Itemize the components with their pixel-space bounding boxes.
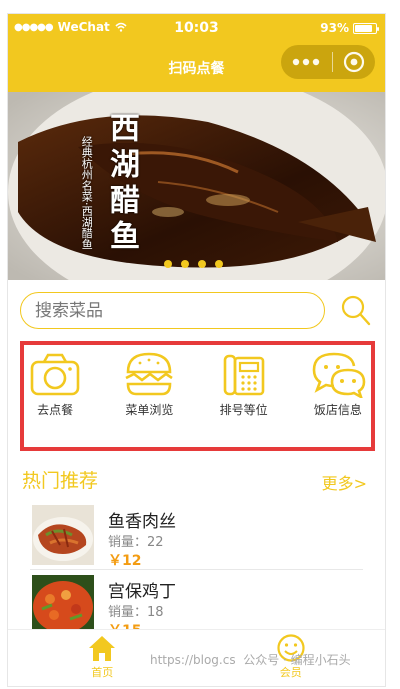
sales-label: 销量： — [108, 535, 148, 550]
battery-icon — [353, 22, 379, 34]
menu-label: 菜单浏览 — [125, 403, 174, 417]
home-icon — [89, 636, 116, 661]
status-bar: ●●●●● WeChat 10:03 93% — [8, 14, 385, 40]
more-link[interactable]: 更多> — [322, 470, 367, 494]
battery-percent: 93% — [320, 21, 349, 35]
dish-name: 宫保鸡丁 — [108, 582, 176, 602]
indicator-dot[interactable] — [198, 260, 206, 268]
hot-section-header: 热门推荐 更多> — [8, 464, 385, 494]
indicator-dot[interactable] — [215, 260, 223, 268]
search-icon[interactable] — [341, 294, 371, 326]
target-icon[interactable] — [343, 51, 365, 73]
indicator-dot[interactable] — [181, 260, 189, 268]
menu-queue[interactable]: 排号等位 — [197, 350, 291, 418]
banner-calligraphy: 西湖醋鱼 — [104, 112, 146, 256]
watermark-account: 公众号 · 编程小石头 — [243, 653, 351, 667]
carousel-indicators — [164, 260, 223, 268]
mini-program-capsule[interactable] — [281, 45, 375, 79]
dish-sales: 销量：18 — [108, 601, 164, 620]
burger-icon — [125, 352, 174, 396]
fish-dish-image — [8, 92, 385, 280]
dish-name: 鱼香肉丝 — [108, 512, 176, 532]
dish-item[interactable]: 鱼香肉丝 销量：22 ￥12 — [8, 505, 385, 569]
menu-label: 去点餐 — [37, 403, 74, 417]
section-title: 热门推荐 — [22, 470, 99, 492]
menu-browse[interactable]: 菜单浏览 — [102, 350, 196, 418]
sales-value: 22 — [147, 535, 164, 550]
dish-thumbnail — [32, 505, 94, 565]
menu-label: 排号等位 — [219, 403, 268, 417]
capsule-divider — [331, 52, 333, 72]
list-divider — [30, 569, 363, 570]
sales-label: 销量： — [108, 605, 148, 620]
dish-price: ￥12 — [108, 553, 142, 569]
top-bar: ●●●●● WeChat 10:03 93% 扫码点餐 — [8, 14, 385, 92]
watermark-url: https://blog.cs — [150, 653, 236, 667]
watermark: https://blog.cs 公众号 · 编程小石头 — [150, 651, 351, 668]
calligraphy-title: 西湖醋鱼 — [104, 112, 139, 256]
menu-order[interactable]: 去点餐 — [8, 350, 102, 418]
phone-icon — [223, 354, 264, 396]
calligraphy-subtitle: 经典杭州名菜·西湖醋鱼 — [80, 136, 94, 250]
sales-value: 18 — [147, 605, 164, 620]
camera-icon — [30, 353, 80, 396]
phone-frame: ●●●●● WeChat 10:03 93% 扫码点餐 西湖醋鱼 经典杭州名菜·… — [8, 14, 385, 686]
menu-info[interactable]: 饭店信息 — [291, 350, 385, 418]
menu-label: 饭店信息 — [313, 403, 362, 417]
search-box — [20, 292, 325, 329]
search-input[interactable] — [21, 293, 324, 328]
indicator-dot[interactable] — [164, 260, 172, 268]
dish-sales: 销量：22 — [108, 531, 164, 550]
chat-bubbles-icon — [312, 352, 366, 398]
function-menu: 去点餐 菜单浏览 排号等位 饭店信息 — [8, 350, 385, 418]
dish-thumbnail — [32, 575, 94, 635]
more-dots-icon[interactable] — [291, 58, 321, 66]
banner-carousel[interactable]: 西湖醋鱼 经典杭州名菜·西湖醋鱼 — [8, 92, 385, 280]
